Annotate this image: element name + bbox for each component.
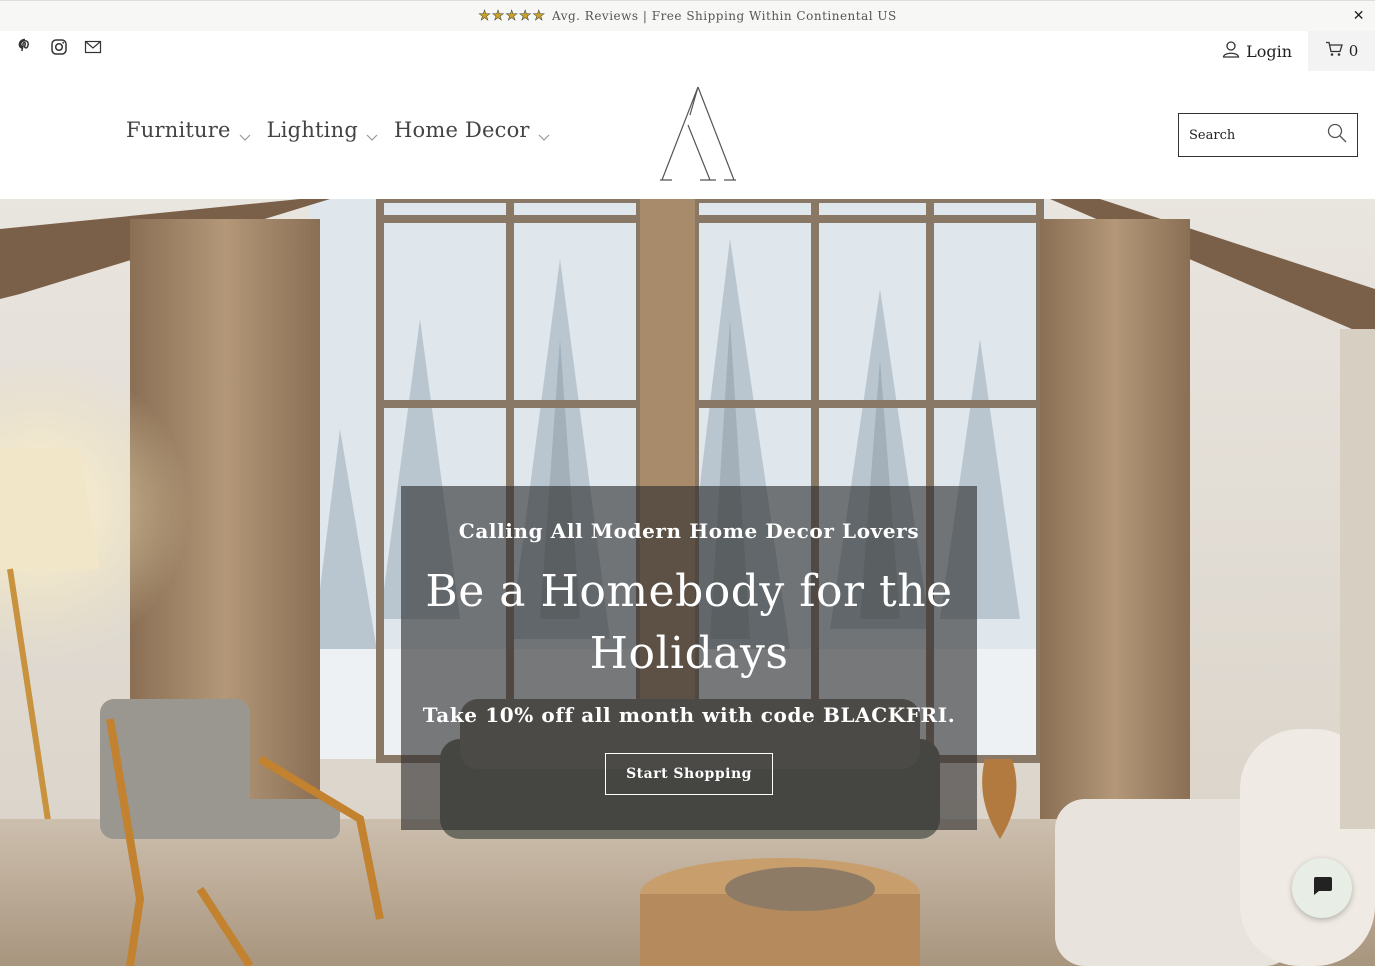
instagram-icon[interactable]: [50, 38, 68, 56]
search-icon[interactable]: [1327, 123, 1347, 147]
main-nav: Furniture Lighting Home Decor: [126, 118, 550, 142]
chat-button[interactable]: [1292, 858, 1352, 918]
chat-icon: [1311, 875, 1333, 901]
hero-title: Be a Homebody for the Holidays: [425, 566, 953, 679]
search-box: [1178, 113, 1358, 157]
start-shopping-button[interactable]: Start Shopping: [605, 753, 773, 795]
social-links: [16, 38, 102, 56]
nav-item-home-decor[interactable]: Home Decor: [394, 118, 550, 142]
mail-icon[interactable]: [84, 38, 102, 56]
search-input[interactable]: [1189, 127, 1327, 143]
rating-stars-icon: ★★★★★: [478, 8, 547, 25]
login-link[interactable]: Login: [1222, 40, 1292, 62]
hero-banner: Calling All Modern Home Decor Lovers Be …: [0, 199, 1375, 966]
pinterest-icon[interactable]: [16, 38, 34, 56]
chevron-down-icon: [538, 124, 550, 141]
brand-logo[interactable]: [658, 85, 738, 183]
cart-icon: [1325, 41, 1343, 61]
cart-button[interactable]: 0: [1308, 31, 1375, 71]
nav-item-furniture[interactable]: Furniture: [126, 118, 251, 142]
nav-item-label: Furniture: [126, 118, 231, 142]
hero-promo-text: Take 10% off all month with code BLACKFR…: [422, 703, 956, 727]
account-area: Login 0: [1222, 31, 1375, 71]
nav-item-lighting[interactable]: Lighting: [267, 118, 378, 142]
chevron-down-icon: [239, 124, 251, 141]
announcement-text: Avg. Reviews | Free Shipping Within Cont…: [552, 9, 897, 23]
nav-item-label: Home Decor: [393, 118, 530, 142]
nav-item-label: Lighting: [266, 118, 358, 142]
chevron-down-icon: [366, 124, 378, 141]
cart-count: 0: [1348, 42, 1359, 60]
hero-subtitle: Calling All Modern Home Decor Lovers: [458, 519, 920, 543]
announcement-bar: ★★★★★ Avg. Reviews | Free Shipping Withi…: [0, 0, 1375, 31]
user-icon: [1222, 40, 1240, 62]
login-label: Login: [1246, 41, 1292, 61]
close-announcement-button[interactable]: ✕: [1353, 8, 1365, 24]
hero-promo-panel: Calling All Modern Home Decor Lovers Be …: [401, 486, 977, 830]
